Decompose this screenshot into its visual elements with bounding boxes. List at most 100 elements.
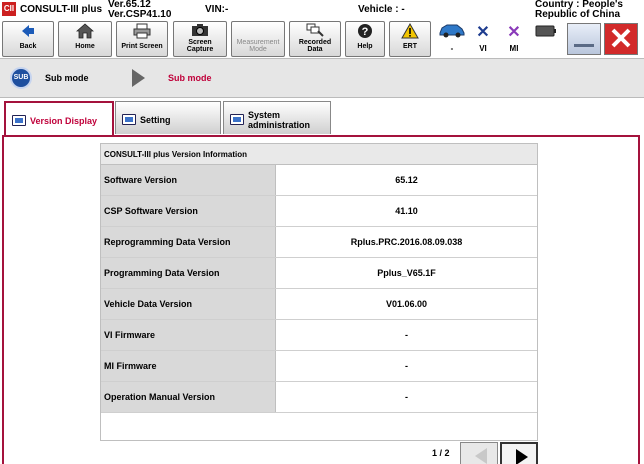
consult-app-window: CII CONSULT-III plus Ver.65.12 Ver.CSP41… — [0, 0, 644, 464]
vehicle-label: Vehicle : - — [358, 4, 405, 15]
row-value: 65.12 — [395, 175, 418, 185]
table-blank-row — [100, 413, 538, 441]
row-value: 41.10 — [395, 206, 418, 216]
tab-system-administration[interactable]: System administration — [223, 101, 331, 134]
row-label: VI Firmware — [101, 320, 276, 350]
country-label: Country : People's Republic of China — [535, 0, 623, 20]
camera-icon — [174, 23, 226, 39]
measurement-label-1: Measurement — [236, 39, 280, 46]
tab-bar: Version Display Setting System administr… — [0, 98, 644, 138]
tab-system-label-1: System — [248, 110, 281, 120]
recorded-data-label-1: Recorded — [298, 39, 332, 46]
home-button[interactable]: Home — [58, 21, 112, 57]
measurement-label-2: Mode — [249, 46, 267, 53]
pagination: 1 / 2 — [100, 440, 538, 464]
row-label: CSP Software Version — [101, 196, 276, 226]
submode-bar: SUB Sub mode Sub mode — [0, 58, 644, 98]
table-row: Vehicle Data Version V01.06.00 — [101, 289, 537, 320]
submode-breadcrumb-2: Sub mode — [168, 73, 212, 83]
measurement-mode-button[interactable]: Measurement Mode — [231, 21, 285, 57]
table-row: Reprogramming Data Version Rplus.PRC.2016… — [101, 227, 537, 258]
version-info-table: CONSULT-III plus Version Information Sof… — [100, 143, 538, 441]
title-bar: CII CONSULT-III plus Ver.65.12 Ver.CSP41… — [0, 0, 644, 20]
tab-setting-label: Setting — [140, 115, 171, 125]
screen-capture-label-2: Capture — [186, 46, 214, 53]
recorded-data-icon — [290, 23, 340, 39]
vi-status: ✕ VI — [470, 22, 496, 56]
back-button[interactable]: Back — [2, 21, 54, 57]
row-value: V01.06.00 — [385, 299, 428, 309]
car-icon — [437, 22, 467, 44]
table-row: CSP Software Version 41.10 — [101, 196, 537, 227]
vi-status-label: VI — [479, 44, 487, 53]
mi-x-icon: ✕ — [507, 24, 521, 41]
settings-monitor-icon — [122, 114, 136, 125]
measurement-icon — [232, 23, 284, 39]
row-value: Rplus.PRC.2016.08.09.038 — [350, 237, 463, 247]
version-info: Ver.65.12 Ver.CSP41.10 — [108, 0, 171, 20]
admin-monitor-icon — [230, 114, 244, 125]
table-row: VI Firmware - — [101, 320, 537, 351]
row-label: MI Firmware — [101, 351, 276, 381]
vehicle-status-value: - — [450, 44, 454, 53]
print-screen-button[interactable]: Print Screen — [116, 21, 168, 57]
screen-capture-label-1: Screen — [188, 39, 212, 46]
printer-icon — [117, 23, 167, 43]
prev-page-button[interactable] — [460, 442, 498, 464]
page-indicator: 1 / 2 — [432, 448, 450, 458]
breadcrumb-arrow-icon — [132, 69, 145, 87]
version-line-2: Ver.CSP41.10 — [108, 9, 172, 20]
country-line-2: Republic of China — [535, 9, 620, 20]
table-row: Programming Data Version Pplus_V65.1F — [101, 258, 537, 289]
row-value: - — [405, 392, 408, 402]
vi-x-icon: ✕ — [476, 24, 490, 41]
back-label: Back — [19, 43, 37, 50]
back-arrow-icon — [3, 23, 53, 43]
toolbar: Back Home Print Screen Screen Capture Me… — [0, 20, 644, 58]
row-label: Programming Data Version — [101, 258, 276, 288]
sub-mode-icon[interactable]: SUB — [10, 67, 32, 89]
screen-capture-button[interactable]: Screen Capture — [173, 21, 227, 57]
vin-label: VIN:- — [205, 4, 229, 15]
app-name: CONSULT-III plus — [20, 4, 103, 15]
tab-version-display-label: Version Display — [30, 116, 98, 126]
svg-text:?: ? — [362, 26, 369, 38]
ert-button[interactable]: ERT — [389, 21, 431, 57]
close-button[interactable] — [604, 23, 638, 55]
help-label: Help — [357, 43, 373, 50]
row-label: Vehicle Data Version — [101, 289, 276, 319]
row-label: Operation Manual Version — [101, 382, 276, 412]
next-page-button[interactable] — [500, 442, 538, 464]
warning-icon — [390, 22, 430, 43]
tab-system-administration-label: System administration — [248, 110, 310, 130]
mi-status: ✕ MI — [501, 22, 527, 56]
minimize-button[interactable] — [567, 23, 601, 55]
help-button[interactable]: ? Help — [345, 21, 385, 57]
print-screen-label: Print Screen — [121, 43, 163, 50]
row-value: - — [405, 330, 408, 340]
home-label: Home — [75, 43, 95, 50]
tab-version-display[interactable]: Version Display — [4, 101, 114, 138]
home-icon — [59, 23, 111, 43]
recorded-data-label-2: Data — [307, 46, 323, 53]
close-icon — [611, 28, 631, 48]
tab-system-label-2: administration — [248, 120, 311, 130]
mi-status-label: MI — [509, 44, 519, 53]
tab-setting[interactable]: Setting — [115, 101, 221, 134]
table-row: Software Version 65.12 — [101, 165, 537, 196]
recorded-data-button[interactable]: Recorded Data — [289, 21, 341, 57]
ert-label: ERT — [403, 43, 417, 50]
prev-page-icon — [475, 448, 487, 464]
app-logo-icon: CII — [2, 2, 16, 16]
submode-breadcrumb-1[interactable]: Sub mode — [45, 73, 89, 83]
table-rows: Software Version 65.12 CSP Software Versio… — [100, 165, 538, 413]
battery-status — [533, 22, 559, 56]
minimize-icon — [574, 44, 594, 47]
next-page-icon — [516, 449, 528, 464]
table-row: Operation Manual Version - — [101, 382, 537, 413]
table-header: CONSULT-III plus Version Information — [100, 143, 538, 165]
vehicle-status: - — [437, 22, 467, 56]
battery-icon — [533, 22, 559, 44]
row-label: Software Version — [101, 165, 276, 195]
row-value: Pplus_V65.1F — [377, 268, 436, 278]
